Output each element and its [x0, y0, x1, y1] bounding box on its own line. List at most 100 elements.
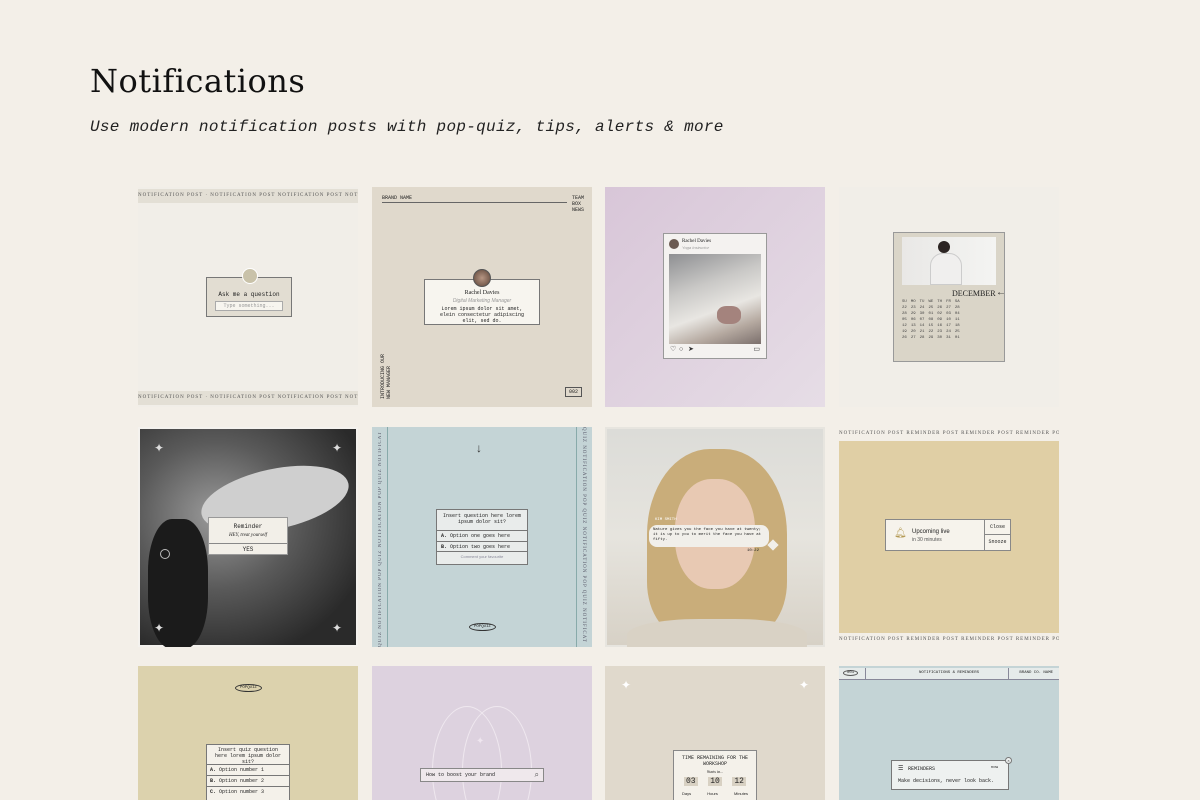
quiz-hint: Comment your favourite [460, 554, 504, 559]
list-icon: ☰ [898, 766, 904, 772]
chat-message: Nature gives you the face you have at tw… [653, 528, 762, 542]
search-icon[interactable]: ⌕ [535, 770, 539, 780]
option-3-text: Option number 3 [219, 789, 265, 795]
option-b[interactable]: B. Option two goes here [437, 541, 527, 552]
reminder-message: Make decisions, never look back. [898, 778, 995, 784]
avatar [669, 239, 679, 249]
live-notification: 🔔︎ Upcoming live in 30 minutes Close Sno… [885, 519, 1011, 551]
bottom-strip: NOTIFICATION POST REMINDER POST REMINDER… [839, 633, 1059, 647]
arrow-down-icon: ↓ [476, 441, 482, 455]
snooze-button[interactable]: Snooze [984, 534, 1010, 550]
reminder-message: HEY, treat yourself [228, 533, 268, 538]
search-bar[interactable]: How to boost your brand ⌕ [420, 768, 544, 782]
unit-days: Days [682, 791, 692, 796]
calendar-grid: SU MO TU WE TH FR SA 22 23 24 25 26 27 28 28 29 30 01 02 0… [900, 299, 962, 341]
sparkle-icon: ✦ [154, 621, 165, 635]
share-icon[interactable]: ➤ [688, 345, 694, 353]
option-a-text: Option one goes here [450, 533, 511, 539]
divider [382, 202, 567, 203]
side-label: INTRODUCING OUR NEW MANAGER [380, 353, 392, 399]
top-strip: NOTIFICATION POST · NOTIFICATION POST NO… [138, 189, 358, 203]
tile-reminders[interactable]: 001 NOTIFICATIONS & REMINDERS BRAND CO. … [839, 666, 1059, 800]
tile-popquiz-options[interactable]: POPQUIZ Insert quiz question here lorem … [138, 666, 358, 800]
question-box: Ask me a question Type something... [206, 268, 292, 317]
top-strip: NOTIFICATION POST REMINDER POST REMINDER… [839, 427, 1059, 441]
tile-reminder[interactable]: ✦ ✦ ✦ ✦ Reminder HEY, treat yourself YES [138, 427, 358, 647]
tile-search[interactable]: ✦ How to boost your brand ⌕ [372, 666, 592, 800]
figure-head [938, 241, 950, 253]
profile-card: Rachel Davies Digital Marketing Manager … [424, 269, 540, 325]
sparkle-icon: ✦ [798, 678, 809, 692]
tile-introducing-manager[interactable]: BRAND NAME TEAM BOX NEWS Rachel Davies D… [372, 187, 592, 407]
page-title: Notifications [90, 62, 306, 100]
profile-name: Rachel Davies [464, 290, 500, 296]
bar-brand: BRAND CO. NAME [1019, 671, 1053, 675]
right-vertical-strip: QUIZ NOTIFICATION POP QUIZ NOTIFICATION … [581, 427, 586, 643]
calendar-date[interactable]: 30 [935, 335, 944, 341]
profile-role: Digital Marketing Manager [452, 298, 512, 304]
countdown-days: 03 [684, 777, 698, 786]
sweater-shape [627, 619, 807, 647]
calendar-month: DECEMBER [952, 289, 996, 298]
close-button[interactable]: Close [984, 520, 1010, 535]
pillow-shape [717, 306, 741, 324]
brand-name: BRAND NAME [382, 195, 413, 201]
page-subtitle: Use modern notification posts with pop-q… [90, 118, 724, 136]
tile-ask-question[interactable]: NOTIFICATION POST · NOTIFICATION POST NO… [138, 187, 358, 407]
countdown-card: TIME REMAINING FOR THE WORKSHOP Starts i… [673, 750, 757, 800]
sparkle-icon: ✦ [476, 736, 485, 747]
question-prompt: Ask me a question [218, 291, 280, 298]
tile-popquiz[interactable]: QUIZ NOTIFICATION POP QUIZ NOTIFICATION … [372, 427, 592, 647]
calendar-date[interactable]: 29 [926, 335, 935, 341]
sparkle-icon: ✦ [331, 621, 342, 635]
chat-sender: KIM SMITH [655, 518, 677, 522]
calendar-date[interactable]: 27 [909, 335, 918, 341]
tile-calendar[interactable]: DECEMBER ← SU MO TU WE TH FR SA 22 23 24 25 26 27 28… [839, 187, 1059, 407]
search-input[interactable]: How to boost your brand [426, 772, 495, 778]
quiz-question: Insert quiz question here lorem ipsum do… [214, 747, 281, 765]
calendar-date[interactable]: 28 [918, 335, 927, 341]
option-2[interactable]: B. Option number 2 [207, 775, 289, 786]
countdown-hours: 10 [708, 777, 722, 786]
tile-social-post[interactable]: Rachel Davies Yoga Instructor ♡ ○ ➤ ▭ [605, 187, 825, 407]
arrow-left-icon[interactable]: ← [996, 287, 1006, 298]
post-card: Rachel Davies Yoga Instructor ♡ ○ ➤ ▭ [663, 233, 767, 359]
tile-countdown[interactable]: ✦ ✦ TIME REMAINING FOR THE WORKSHOP Star… [605, 666, 825, 800]
calendar-date[interactable]: 26 [900, 335, 909, 341]
unit-minutes: Minutes [733, 791, 748, 796]
tile-upcoming-live[interactable]: NOTIFICATION POST REMINDER POST REMINDER… [839, 427, 1059, 647]
top-bar: 001 NOTIFICATIONS & REMINDERS BRAND CO. … [839, 668, 1059, 680]
sparkle-icon: ✦ [331, 441, 342, 455]
option-a[interactable]: A. Option one goes here [437, 530, 527, 541]
heart-icon[interactable]: ♡ [670, 345, 676, 353]
earring-shape [160, 549, 170, 559]
countdown-title: TIME REMAINING FOR THE WORKSHOP [681, 755, 748, 767]
option-1[interactable]: A. Option number 1 [207, 764, 289, 775]
bell-icon: 🔔︎ [894, 528, 907, 539]
reminder-now: now [990, 766, 998, 770]
calendar-date[interactable]: 01 [953, 335, 962, 341]
yes-button[interactable]: YES [209, 543, 287, 554]
chat-bubble: Nature gives you the face you have at tw… [649, 525, 769, 553]
left-vertical-strip: QUIZ NOTIFICATION POP QUIZ NOTIFICATION … [378, 431, 383, 647]
post-role: Yoga Instructor [682, 245, 709, 250]
question-input[interactable]: Type something... [215, 301, 283, 311]
quiz-card: Insert question here lorem ipsum dolor s… [436, 509, 528, 565]
page-number: 002 [564, 387, 582, 397]
tile-quote-message[interactable]: Nature gives you the face you have at tw… [605, 427, 825, 647]
quiz-card: Insert quiz question here lorem ipsum do… [206, 744, 290, 800]
option-3[interactable]: C. Option number 3 [207, 786, 289, 797]
close-icon[interactable]: × [1005, 757, 1012, 764]
reminder-label: REMINDERS [908, 766, 936, 772]
comment-icon[interactable]: ○ [679, 346, 683, 353]
live-time: in 30 minutes [912, 537, 942, 543]
profile-body: Lorem ipsum dolor sit amet, elein consec… [439, 306, 524, 324]
calendar-photo [902, 237, 996, 285]
post-photo [669, 254, 761, 344]
corner-label: TEAM BOX NEWS [572, 195, 585, 213]
calendar-date[interactable]: 31 [944, 335, 953, 341]
bookmark-icon[interactable]: ▭ [753, 345, 760, 353]
sparkle-icon: ✦ [621, 678, 632, 692]
countdown-minutes: 12 [732, 777, 746, 786]
calendar-card: DECEMBER ← SU MO TU WE TH FR SA 22 23 24 25 26 27 28… [893, 232, 1006, 362]
